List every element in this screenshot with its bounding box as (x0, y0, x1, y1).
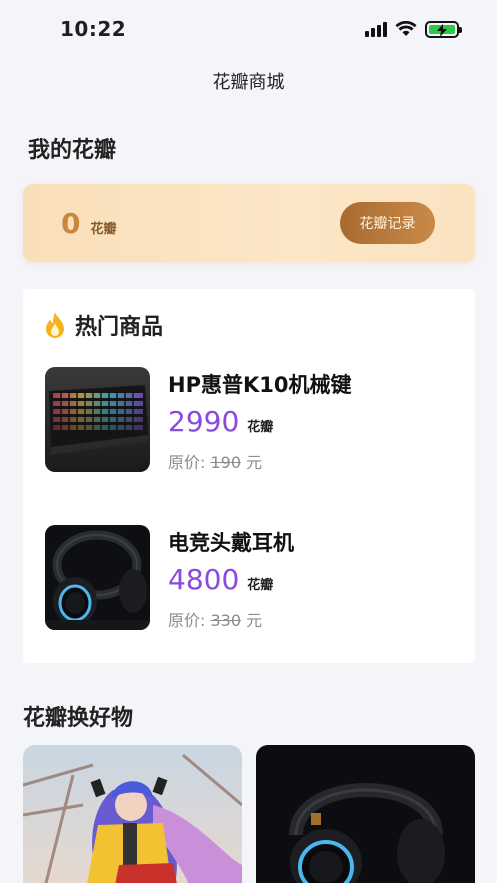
original-price-currency: 元 (246, 611, 263, 630)
product-price: 2990 花瓣 (168, 405, 273, 438)
hot-products-card: 热门商品 HP惠普K10机械键 2990 花瓣 原价: 190 元 电竞头戴耳机… (23, 289, 475, 663)
product-price: 4800 花瓣 (168, 563, 273, 596)
original-price-value: 190 (210, 453, 242, 472)
product-name: HP惠普K10机械键 (168, 373, 352, 397)
status-time: 10:22 (60, 17, 127, 41)
flame-icon (46, 312, 64, 338)
hot-products-header: 热门商品 (43, 309, 163, 341)
petal-count: 0 (61, 206, 81, 240)
goods-card[interactable] (256, 745, 475, 883)
goods-card[interactable] (23, 745, 242, 883)
original-price-label: 原价: (168, 611, 206, 630)
product-name: 电竞头戴耳机 (168, 531, 294, 555)
product-item[interactable]: HP惠普K10机械键 2990 花瓣 原价: 190 元 (45, 367, 465, 472)
petal-unit: 花瓣 (90, 221, 117, 237)
original-price: 原价: 330 元 (168, 607, 262, 631)
original-price-value: 330 (210, 611, 242, 630)
product-image-keyboard (45, 367, 150, 472)
cellular-signal-icon (365, 21, 387, 37)
price-unit: 花瓣 (247, 420, 274, 435)
price-unit: 花瓣 (247, 578, 274, 593)
petal-balance-card: 0 花瓣 花瓣记录 (23, 184, 475, 262)
product-item[interactable]: 电竞头戴耳机 4800 花瓣 原价: 330 元 (45, 525, 465, 630)
page-title: 花瓣商城 (212, 72, 285, 93)
goods-section-title: 花瓣换好物 (23, 706, 134, 731)
goods-image-headset (256, 745, 475, 883)
my-petals-title: 我的花瓣 (28, 138, 117, 163)
original-price: 原价: 190 元 (168, 449, 262, 473)
hot-products-title: 热门商品 (75, 315, 164, 340)
nav-bar: 花瓣商城 (0, 58, 497, 104)
petal-record-button[interactable]: 花瓣记录 (340, 202, 435, 244)
price-value: 4800 (168, 563, 240, 596)
original-price-label: 原价: (168, 453, 206, 472)
wifi-icon (395, 21, 417, 36)
product-image-headset (45, 525, 150, 630)
status-bar: 10:22 (0, 0, 497, 58)
status-icons (365, 20, 462, 38)
original-price-currency: 元 (246, 453, 263, 472)
price-value: 2990 (168, 405, 240, 438)
goods-image-cosplay (23, 745, 242, 883)
battery-charging-icon (425, 20, 462, 38)
